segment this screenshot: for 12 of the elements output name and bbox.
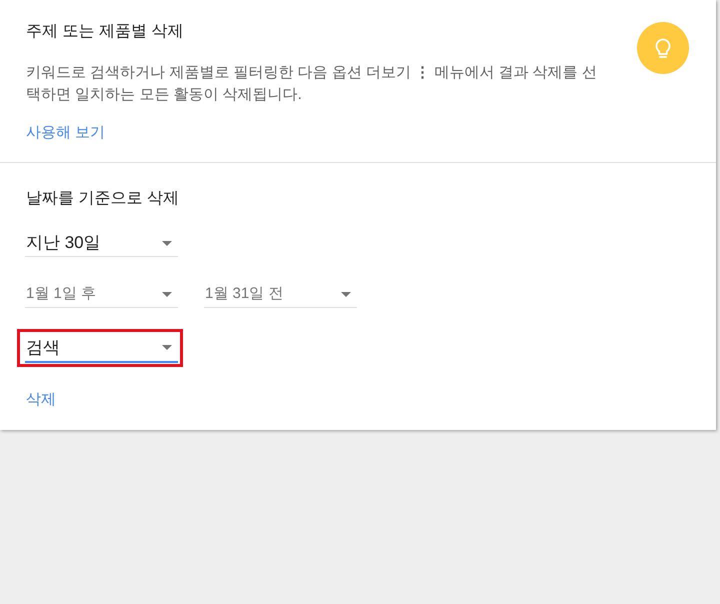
caret-icon: [162, 292, 172, 296]
caret-icon: [162, 240, 172, 246]
try-it-link[interactable]: 사용해 보기: [26, 123, 106, 143]
delete-link[interactable]: 삭제: [25, 390, 56, 410]
dropdown[interactable]: 검색: [25, 334, 178, 363]
caret-icon: [162, 345, 172, 350]
description-text: 키워드로 검색하거나 제품별로 필터링한 다음 옵션 더보기 ⋮ 메뉴에서 결과 삭제를 선택하면 일치하는 모든 활동이 삭제됩니다.: [26, 63, 598, 105]
dropdown[interactable]: 지난 30일: [25, 230, 178, 257]
section-title: 날짜를 기준으로 삭제: [25, 189, 180, 209]
section-title: 주제 또는 제품별 삭제: [26, 22, 184, 42]
lightbulb-icon: [637, 22, 689, 74]
caret-icon: [341, 292, 351, 296]
